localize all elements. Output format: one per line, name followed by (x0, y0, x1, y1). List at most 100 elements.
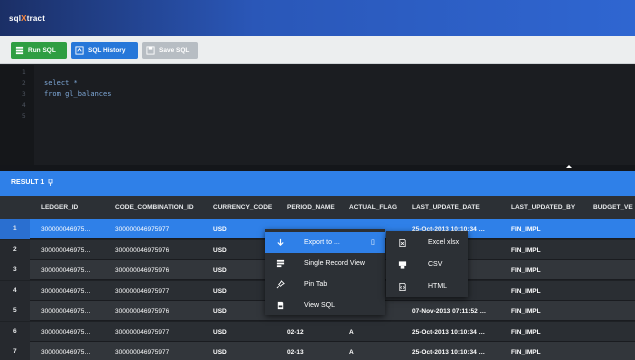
sql-file-icon (277, 301, 284, 310)
row-number: 1 (13, 225, 17, 232)
line-number: 3 (22, 91, 26, 98)
column-header[interactable]: LAST_UPDATED_BY (511, 204, 587, 211)
tab-result-1[interactable]: RESULT 1 (11, 178, 53, 186)
column-header[interactable]: BUDGET_VE (593, 204, 635, 211)
save-sql-button[interactable]: Save SQL (142, 42, 198, 59)
menu-item-single-record-view[interactable]: Single Record View (265, 253, 385, 274)
submenu-item-csv[interactable]: CSV (386, 254, 468, 276)
record-view-icon (276, 259, 285, 268)
submenu-item-label: HTML (428, 283, 448, 290)
top-bar: sqlXtract (0, 0, 635, 36)
table-cell[interactable]: USD (213, 329, 279, 336)
table-cell[interactable]: 300000046975… (41, 226, 111, 233)
csv-icon (398, 261, 407, 269)
menu-item-view-sql[interactable]: View SQL (265, 295, 385, 316)
table-cell[interactable]: 25-Oct-2013 10:10:34 … (412, 329, 502, 336)
result-tab-bar: RESULT 1 (0, 171, 635, 196)
table-cell[interactable]: FIN_IMPL (511, 329, 587, 336)
pin-icon[interactable] (48, 178, 53, 186)
table-cell[interactable]: A (349, 329, 405, 336)
table-cell[interactable]: 300000046975976 (115, 308, 209, 315)
logo-prefix: sql (9, 14, 22, 23)
column-header[interactable]: ACTUAL_FLAG (349, 204, 405, 211)
menu-item-label: Single Record View (304, 260, 365, 267)
submenu-item-label: CSV (428, 261, 443, 268)
row-number-cell[interactable]: 7 (0, 342, 30, 360)
result-tab-label: RESULT 1 (11, 179, 45, 186)
row-number: 4 (13, 286, 17, 294)
arrow-down-icon (277, 238, 284, 247)
menu-item-label: View SQL (304, 302, 335, 309)
submenu-item-label: Excel xlsx (428, 239, 460, 246)
column-header[interactable]: CURRENCY_CODE (213, 204, 279, 211)
line-number: 4 (22, 102, 26, 109)
row-number: 3 (13, 266, 17, 273)
table-cell[interactable]: A (349, 349, 405, 356)
code-line: select * (44, 79, 78, 87)
html-file-icon (399, 282, 406, 292)
table-cell[interactable]: 300000046975977 (115, 349, 209, 356)
column-header[interactable]: LAST_UPDATE_DATE (412, 204, 502, 211)
save-icon (146, 46, 155, 55)
table-cell[interactable]: 300000046975… (41, 247, 111, 254)
context-menu: Export to ... ▯ Single Record View Pin T… (265, 229, 385, 315)
submenu-arrow-icon: ▯ (371, 239, 375, 246)
table-cell[interactable]: FIN_IMPL (511, 247, 587, 254)
row-number-cell[interactable]: 1 (0, 219, 30, 239)
menu-item-pin-tab[interactable]: Pin Tab (265, 274, 385, 295)
table-cell[interactable]: 25-Oct-2013 10:10:34 … (412, 349, 502, 356)
row-number-cell[interactable]: 2 (0, 239, 30, 260)
excel-file-icon (399, 238, 406, 248)
code-line: from gl_balances (44, 90, 112, 98)
table-cell[interactable]: 300000046975977 (115, 226, 209, 233)
table-cell[interactable]: 07-Nov-2013 07:11:52 … (412, 308, 502, 315)
table-cell[interactable]: FIN_IMPL (511, 226, 587, 233)
table-cell[interactable]: FIN_IMPL (511, 308, 587, 315)
logo-suffix: tract (26, 14, 46, 23)
table-cell[interactable]: 02-12 (287, 329, 343, 336)
table-cell[interactable]: FIN_IMPL (511, 267, 587, 274)
save-sql-label: Save SQL (159, 47, 190, 54)
table-cell[interactable]: 300000046975977 (115, 329, 209, 336)
submenu-item-html[interactable]: HTML (386, 276, 468, 298)
run-sql-label: Run SQL (28, 47, 56, 54)
row-number-cell[interactable]: 5 (0, 301, 30, 321)
table-cell[interactable]: FIN_IMPL (511, 288, 587, 295)
line-number: 2 (22, 80, 26, 87)
history-icon (75, 46, 84, 55)
column-header[interactable]: PERIOD_NAME (287, 204, 343, 211)
toolbar: Run SQL SQL History Save SQL (0, 36, 635, 64)
table-cell[interactable]: 300000046975976 (115, 267, 209, 274)
table-cell[interactable]: 300000046975… (41, 349, 111, 356)
column-header[interactable]: LEDGER_ID (41, 204, 111, 211)
row-number: 2 (13, 245, 17, 253)
line-number: 5 (22, 113, 26, 120)
menu-item-export[interactable]: Export to ... ▯ (265, 232, 385, 253)
sql-history-button[interactable]: SQL History (71, 42, 138, 59)
sql-history-label: SQL History (88, 47, 126, 54)
sql-editor[interactable]: 1 2 3 4 5 select * from gl_balances (0, 65, 635, 165)
table-cell[interactable]: 02-13 (287, 349, 343, 356)
table-cell[interactable]: 300000046975… (41, 329, 111, 336)
table-cell[interactable]: 300000046975… (41, 308, 111, 315)
caret-up-icon[interactable] (566, 165, 572, 168)
row-number-cell[interactable]: 4 (0, 280, 30, 301)
submenu-item-excel[interactable]: Excel xlsx (386, 232, 468, 254)
table-cell[interactable]: 300000046975976 (115, 247, 209, 254)
table-cell[interactable]: 300000046975… (41, 267, 111, 274)
row-number-cell[interactable]: 3 (0, 260, 30, 280)
table-row[interactable]: 6 300000046975… 300000046975977 USD 02-12 A 25… (0, 321, 635, 342)
table-header: LEDGER_ID CODE_COMBINATION_ID CURRENCY_C… (0, 196, 635, 219)
table-row[interactable]: 7 300000046975… 300000046975977 USD 02-13 A 25… (0, 342, 635, 360)
app-logo[interactable]: sqlXtract (9, 14, 45, 23)
table-cell[interactable]: 300000046975977 (115, 288, 209, 295)
column-header[interactable]: CODE_COMBINATION_ID (115, 204, 209, 211)
menu-item-label: Pin Tab (304, 281, 328, 288)
table-cell[interactable]: 300000046975… (41, 288, 111, 295)
export-submenu: Excel xlsx CSV HTML (386, 231, 468, 297)
table-cell[interactable]: FIN_IMPL (511, 349, 587, 356)
table-cell[interactable]: USD (213, 349, 279, 356)
editor-gutter: 1 2 3 4 5 (0, 65, 34, 165)
row-number-cell[interactable]: 6 (0, 321, 30, 342)
run-sql-button[interactable]: Run SQL (11, 42, 67, 59)
